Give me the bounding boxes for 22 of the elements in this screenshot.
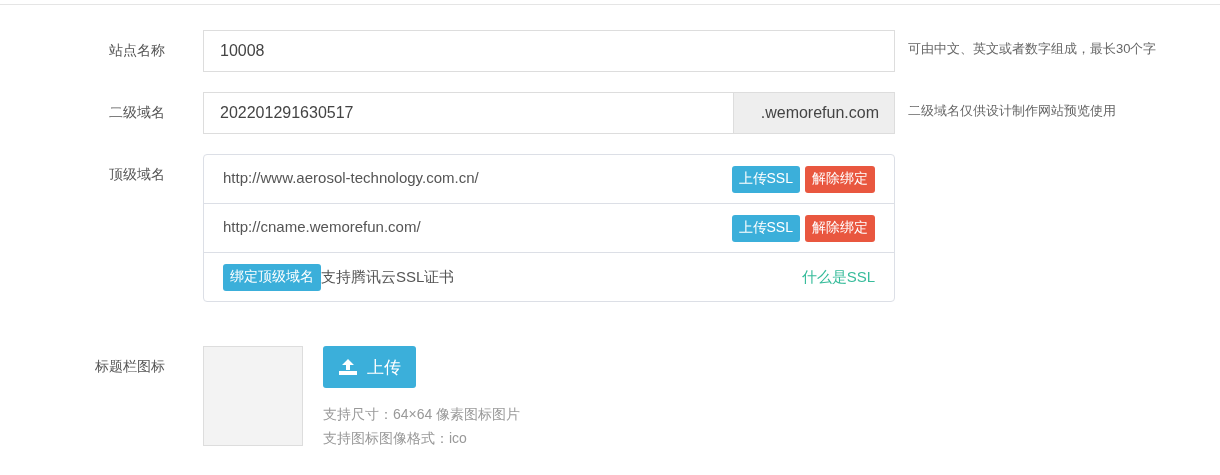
bind-domain-button[interactable]: 绑定顶级域名: [223, 263, 321, 291]
field-label: 顶级域名: [109, 165, 166, 184]
format-hint: 支持尺寸：64×64 像素图标图片: [323, 405, 521, 424]
upload-ssl-button[interactable]: 上传SSL: [731, 214, 800, 242]
site-name-field[interactable]: 10008: [203, 30, 895, 72]
field-label: 站点名称: [109, 41, 166, 60]
field-hint: 可由中文、英文或者数字组成，最长30个字: [907, 40, 1158, 58]
field-label: 标题栏图标: [95, 357, 166, 376]
ssl-support-note: 支持腾讯云SSL证书: [321, 267, 456, 287]
domain-url: http://www.aerosol-technology.com.cn/: [223, 168, 480, 186]
upload-button[interactable]: 上传: [323, 346, 416, 388]
upload-icon: [339, 359, 357, 375]
unbind-button[interactable]: 解除绑定: [805, 165, 875, 193]
subdomain-field[interactable]: 202201291630517: [203, 92, 733, 134]
format-hint: 支持图标图像格式：ico: [323, 429, 468, 448]
field-hint: 二级域名仅供设计制作网站预览使用: [907, 102, 1117, 120]
domain-url: http://cname.wemorefun.com/: [223, 217, 422, 235]
domain-suffix: .wemorefun.com: [733, 92, 895, 134]
ssl-help-link[interactable]: 什么是SSL: [801, 267, 875, 287]
unbind-button[interactable]: 解除绑定: [805, 214, 875, 242]
upload-ssl-button[interactable]: 上传SSL: [731, 165, 800, 193]
field-label: 二级域名: [109, 103, 166, 122]
